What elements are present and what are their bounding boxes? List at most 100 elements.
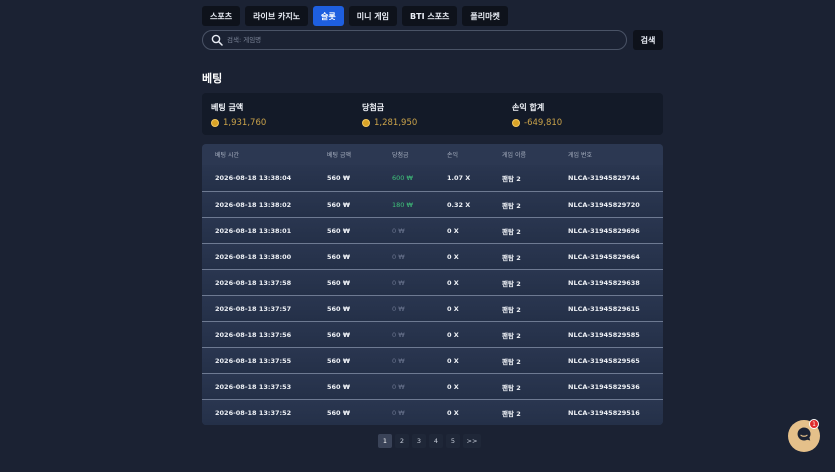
coin-icon [211,119,219,127]
cell-game-name: 팬탐 2 [502,201,521,210]
table-row: 2026-08-18 13:38:00 560 ₩ 0 ₩ 0 X 팬탐 2 NLCA-3… [202,243,663,269]
cell-game-name: 팬탐 2 [502,383,521,392]
cell-bet-time: 2026-08-18 13:38:01 [215,226,292,235]
column-header-profit: 손익 [447,152,459,159]
chat-icon [796,426,812,446]
search-icon [207,30,227,50]
table-row: 2026-08-18 13:37:55 560 ₩ 0 ₩ 0 X 팬탐 2 NLCA-3… [202,347,663,373]
summary-label: 손익 합계 [512,103,545,112]
tab-sports[interactable]: 스포츠 [202,6,241,26]
page-button-2[interactable]: 2 [395,434,409,448]
cell-profit: 0 X [447,356,459,365]
summary-value-row: -649,810 [512,118,562,128]
cell-game-name: 팬탐 2 [502,253,521,262]
cell-winnings: 0 ₩ [392,278,405,287]
cell-game-id: NLCA-31945829565 [568,356,640,365]
summary-value: 1,931,760 [223,118,267,128]
page-button-3[interactable]: 3 [412,434,426,448]
table-row: 2026-08-18 13:37:53 560 ₩ 0 ₩ 0 X 팬탐 2 NLCA-3… [202,373,663,399]
cell-profit: 0 X [447,382,459,391]
pagination: 1 2 3 4 5 >> [378,434,481,448]
cell-bet-time: 2026-08-18 13:38:04 [215,174,292,182]
cell-bet-amount: 560 ₩ [327,356,351,365]
tab-polymarket[interactable]: 폴리마켓 [462,6,508,26]
search-bar: 검색 [202,30,663,50]
cell-bet-amount: 560 ₩ [327,408,351,417]
cell-profit: 0.32 X [447,200,471,209]
cell-profit: 0 X [447,278,459,287]
cell-bet-amount: 560 ₩ [327,226,351,235]
cell-game-name: 팬탐 2 [502,409,521,418]
next-page-button[interactable]: >> [463,434,481,448]
betting-summary: 베팅 금액 1,931,760 당첨금 1,281,950 손익 합계 -649… [202,93,663,135]
game-category-tabs: 스포츠 라이브 카지노 슬롯 미니 게임 BTI 스포츠 폴리마켓 [202,6,508,26]
summary-profit-loss: 손익 합계 -649,810 [512,102,562,128]
cell-game-id: NLCA-31945829638 [568,278,640,287]
tab-bti-sports[interactable]: BTI 스포츠 [402,6,458,26]
cell-game-name: 팬탐 2 [502,227,521,236]
notification-badge: 1 [809,419,819,429]
page-button-1[interactable]: 1 [378,434,392,448]
table-row: 2026-08-18 13:38:02 560 ₩ 180 ₩ 0.32 X 팬탐 2 N… [202,191,663,217]
cell-winnings: 180 ₩ [392,200,413,209]
cell-game-name: 팬탐 2 [502,331,521,340]
table-row: 2026-08-18 13:38:01 560 ₩ 0 ₩ 0 X 팬탐 2 NLCA-3… [202,217,663,243]
table-row: 2026-08-18 13:38:04 560 ₩ 600 ₩ 1.07 X 팬탐 2 N… [202,165,663,191]
cell-game-id: NLCA-31945829744 [568,174,640,182]
column-header-bet-amount: 베팅 금액 [327,152,351,159]
summary-label: 베팅 금액 [211,103,244,112]
page-button-4[interactable]: 4 [429,434,443,448]
cell-profit: 0 X [447,304,459,313]
cell-bet-time: 2026-08-18 13:38:02 [215,200,292,209]
cell-bet-amount: 560 ₩ [327,330,351,339]
summary-label: 당첨금 [362,103,385,112]
cell-game-id: NLCA-31945829585 [568,330,640,339]
cell-profit: 1.07 X [447,174,471,182]
coin-icon [362,119,370,127]
table-row: 2026-08-18 13:37:56 560 ₩ 0 ₩ 0 X 팬탐 2 NLCA-3… [202,321,663,347]
tab-mini-games[interactable]: 미니 게임 [348,6,398,26]
cell-bet-time: 2026-08-18 13:37:57 [215,304,292,313]
cell-game-name: 팬탐 2 [502,305,521,314]
cell-bet-amount: 560 ₩ [327,278,351,287]
cell-bet-time: 2026-08-18 13:37:58 [215,278,292,287]
page-button-5[interactable]: 5 [446,434,460,448]
cell-bet-time: 2026-08-18 13:37:52 [215,408,292,417]
table-row: 2026-08-18 13:37:52 560 ₩ 0 ₩ 0 X 팬탐 2 NLCA-3… [202,399,663,425]
table-body: 2026-08-18 13:38:04 560 ₩ 600 ₩ 1.07 X 팬탐 2 N… [202,165,663,425]
cell-winnings: 600 ₩ [392,174,413,182]
tab-slots[interactable]: 슬롯 [313,6,344,26]
cell-bet-amount: 560 ₩ [327,200,351,209]
summary-bet-amount: 베팅 금액 1,931,760 [211,102,266,128]
cell-winnings: 0 ₩ [392,226,405,235]
cell-winnings: 0 ₩ [392,408,405,417]
bet-history-table: 베팅 시간 베팅 금액 당첨금 손익 게임 이름 게임 번호 2026-08-1… [202,144,663,425]
chat-button[interactable]: 1 [788,419,820,452]
cell-bet-amount: 560 ₩ [327,252,351,261]
cell-game-name: 팬탐 2 [502,357,521,366]
table-header: 베팅 시간 베팅 금액 당첨금 손익 게임 이름 게임 번호 [202,144,663,165]
summary-value: -649,810 [524,118,563,128]
page-title: 베팅 [202,72,223,85]
tab-live-casino[interactable]: 라이브 카지노 [245,6,309,26]
cell-game-name: 팬탐 2 [502,279,521,288]
summary-winnings: 당첨금 1,281,950 [362,102,417,128]
cell-game-id: NLCA-31945829615 [568,304,640,313]
column-header-game-name: 게임 이름 [502,152,526,159]
column-header-bet-time: 베팅 시간 [215,152,239,159]
cell-bet-time: 2026-08-18 13:37:56 [215,330,292,339]
summary-value-row: 1,281,950 [362,118,417,128]
summary-value-row: 1,931,760 [211,118,266,128]
cell-bet-amount: 560 ₩ [327,382,351,391]
cell-bet-time: 2026-08-18 13:38:00 [215,252,292,261]
cell-game-id: NLCA-31945829720 [568,200,640,209]
search-field[interactable] [202,30,627,50]
cell-game-id: NLCA-31945829696 [568,226,640,235]
table-row: 2026-08-18 13:37:58 560 ₩ 0 ₩ 0 X 팬탐 2 NLCA-3… [202,269,663,295]
search-input[interactable] [227,36,607,44]
cell-game-id: NLCA-31945829516 [568,408,640,417]
search-button[interactable]: 검색 [633,30,663,50]
column-header-winnings: 당첨금 [392,152,409,159]
cell-winnings: 0 ₩ [392,356,405,365]
cell-game-id: NLCA-31945829536 [568,382,640,391]
